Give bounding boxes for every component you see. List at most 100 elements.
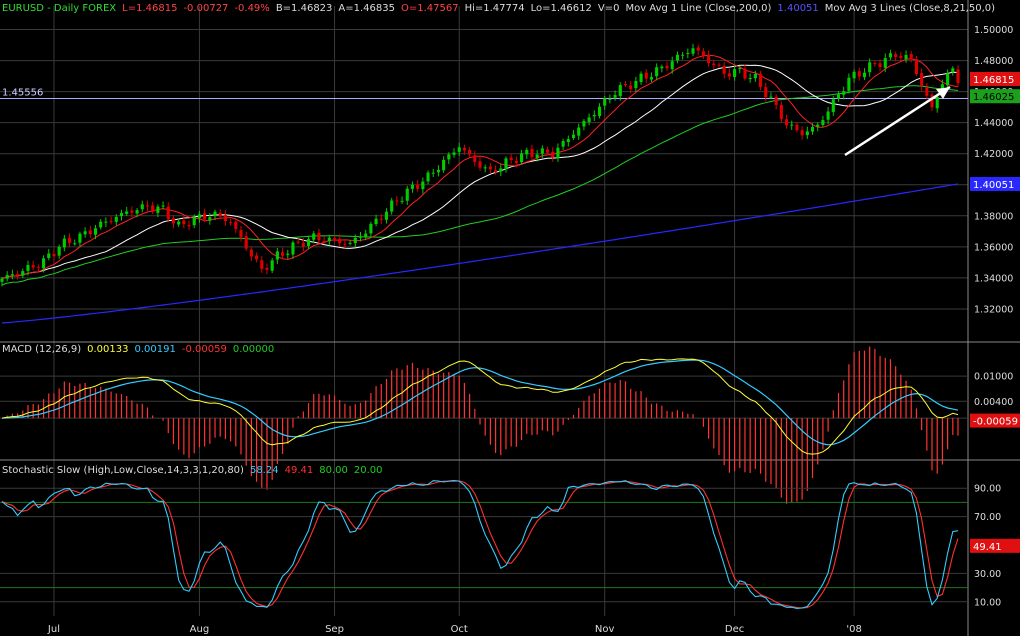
candle-body <box>774 96 778 105</box>
candle-body <box>577 127 581 136</box>
stochastic-panel <box>0 480 968 609</box>
candle-body <box>275 251 279 260</box>
candle-body <box>156 206 160 213</box>
candle-body <box>21 271 25 276</box>
candle-body <box>62 238 66 248</box>
candle-body <box>753 73 757 79</box>
low: Lo=1.46612 <box>530 3 592 14</box>
macd-signal-line <box>1 359 959 446</box>
candle-body <box>457 147 461 152</box>
price-tick-label: 1.38000 <box>974 211 1013 222</box>
candle-body <box>665 65 669 69</box>
candle-body <box>644 72 648 79</box>
candle-body <box>473 155 477 162</box>
candle-body <box>707 55 711 64</box>
candle-body <box>639 73 643 82</box>
candle-body <box>421 181 425 190</box>
candle-body <box>836 94 841 99</box>
candle-body <box>42 258 46 269</box>
signal-value: 0.00191 <box>134 344 176 355</box>
candle-body <box>234 221 238 230</box>
candle-body <box>317 232 321 241</box>
candle-body <box>239 230 243 238</box>
candle-body <box>410 184 415 189</box>
candle-body <box>265 267 269 270</box>
candle-body <box>509 157 513 160</box>
candle-body <box>561 140 565 147</box>
month-label: Dec <box>725 624 744 635</box>
candle-body <box>909 54 913 59</box>
candle-body <box>161 205 165 207</box>
candle-body <box>488 166 492 170</box>
candle-body <box>681 54 685 56</box>
candle-body <box>426 172 430 182</box>
candle-body <box>166 206 170 220</box>
candle-body <box>691 48 695 54</box>
price-tick-label: 1.36000 <box>974 242 1013 253</box>
candle-body <box>956 69 960 84</box>
macd-tick-label: 0.01000 <box>974 372 1013 383</box>
month-label: '08 <box>846 624 861 635</box>
candle-body <box>47 253 51 258</box>
price-chart[interactable]: Jul Aug Sep Oct Nov Dec '08 1.45556 1.50000 1.48… <box>0 0 1020 636</box>
candle-body <box>613 95 617 98</box>
candle-body <box>784 119 789 126</box>
candle-body <box>405 188 409 201</box>
stoch-d-line <box>1 480 959 609</box>
candle-body <box>369 223 373 234</box>
candle-body <box>296 241 300 243</box>
candle-body <box>743 68 747 79</box>
macd-tick-label: 0.00400 <box>974 397 1013 408</box>
candle-body <box>649 77 654 80</box>
volume: V=0 <box>597 3 620 14</box>
arrow-shaft <box>844 85 951 157</box>
candle-body <box>5 275 9 279</box>
candle-body <box>192 217 196 226</box>
candle-body <box>894 54 898 57</box>
candle-body <box>327 237 331 242</box>
candle-body <box>899 56 903 58</box>
candle-body <box>525 149 529 155</box>
candle-body <box>452 152 456 155</box>
candle-body <box>301 242 305 247</box>
candle-body <box>857 71 861 77</box>
candle-body <box>306 239 311 246</box>
stoch-label: Stochastic Slow (High,Low,Close,14,3,3,1… <box>2 465 244 476</box>
candle-body <box>831 99 835 112</box>
candle-body <box>125 211 129 214</box>
macd-panel <box>0 346 968 504</box>
stoch-tick-label: 10.00 <box>974 597 1001 608</box>
candle-body <box>821 120 825 125</box>
stochastic-header: Stochastic Slow (High,Low,Close,14,3,3,1… <box>2 465 389 477</box>
ma1-label: Mov Avg 1 Line (Close,200,0) <box>625 3 772 14</box>
candle-body <box>260 260 264 269</box>
candle-body <box>478 161 482 168</box>
candle-body <box>281 252 285 256</box>
candle-body <box>623 84 628 86</box>
symbol-label: EURUSD - Daily FOREX <box>2 3 117 14</box>
price-tick-label: 1.32000 <box>974 304 1013 315</box>
candle-body <box>712 63 716 66</box>
candle-body <box>93 228 98 235</box>
candle-body <box>597 106 602 117</box>
candle-body <box>431 172 435 174</box>
month-label: Oct <box>451 624 468 635</box>
price-tick-label: 1.42000 <box>974 149 1013 160</box>
candle-body <box>244 236 248 249</box>
candle-body <box>436 169 440 173</box>
candle-body <box>223 215 227 222</box>
stoch-k-value: 58.24 <box>249 465 279 476</box>
candle-body <box>551 151 555 158</box>
high: Hi=1.47774 <box>464 3 525 14</box>
candle-body <box>748 78 752 80</box>
candle-body <box>416 184 420 189</box>
candle-body <box>182 220 186 224</box>
candle-body <box>629 85 633 90</box>
stoch-k-line <box>1 480 959 609</box>
month-label: Aug <box>190 624 210 635</box>
candle-body <box>187 225 191 227</box>
candle-body <box>468 149 472 155</box>
candle-body <box>779 104 783 120</box>
candle-body <box>790 124 794 126</box>
candle-body <box>229 222 233 224</box>
